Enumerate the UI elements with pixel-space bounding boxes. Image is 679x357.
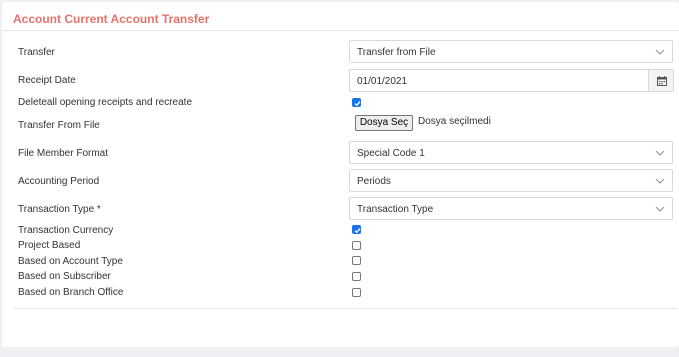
transaction-type-select[interactable]: Transaction Type [349, 197, 673, 220]
chevron-down-icon [655, 150, 665, 156]
based-on-branch-office-checkbox[interactable] [352, 288, 361, 297]
based-on-account-type-checkbox[interactable] [352, 256, 361, 265]
calendar-icon [657, 76, 667, 86]
transfer-select[interactable]: Transfer from File [349, 40, 673, 63]
project-based-label: Project Based [18, 240, 81, 251]
receipt-date-input[interactable]: 01/01/2021 [349, 69, 649, 92]
transfer-label: Transfer [18, 47, 55, 58]
page-title: Account Current Account Transfer [13, 12, 210, 26]
calendar-button[interactable] [648, 69, 674, 92]
delete-opening-checkbox[interactable] [352, 98, 361, 107]
receipt-date-label: Receipt Date [18, 75, 76, 86]
based-on-subscriber-label: Based on Subscriber [18, 271, 111, 282]
accounting-period-select[interactable]: Periods [349, 169, 673, 192]
file-member-format-select[interactable]: Special Code 1 [349, 141, 673, 164]
chevron-down-icon [655, 49, 665, 55]
check-icon [354, 228, 361, 234]
title-divider [2, 30, 679, 31]
transfer-from-file-label: Transfer From File [18, 120, 100, 131]
form-footer-divider [13, 308, 677, 309]
receipt-date-value: 01/01/2021 [357, 76, 408, 87]
based-on-subscriber-checkbox[interactable] [352, 272, 361, 281]
transaction-currency-label: Transaction Currency [18, 225, 114, 236]
file-status-text: Dosya seçilmedi [418, 116, 491, 127]
accounting-period-value: Periods [357, 176, 391, 187]
project-based-checkbox[interactable] [352, 241, 361, 250]
transaction-type-label: Transaction Type * [18, 204, 101, 215]
based-on-branch-office-label: Based on Branch Office [18, 287, 124, 298]
based-on-account-type-label: Based on Account Type [18, 256, 123, 267]
chevron-down-icon [655, 206, 665, 212]
transaction-type-value: Transaction Type [357, 204, 434, 215]
delete-opening-label: Deleteall opening receipts and recreate [18, 97, 192, 108]
check-icon [354, 101, 361, 107]
transfer-select-value: Transfer from File [357, 47, 436, 58]
choose-file-button[interactable]: Dosya Seç [355, 115, 413, 131]
file-member-format-label: File Member Format [18, 148, 109, 159]
file-member-format-value: Special Code 1 [357, 148, 425, 159]
accounting-period-label: Accounting Period [18, 176, 100, 187]
transaction-currency-checkbox[interactable] [352, 225, 361, 234]
chevron-down-icon [655, 178, 665, 184]
